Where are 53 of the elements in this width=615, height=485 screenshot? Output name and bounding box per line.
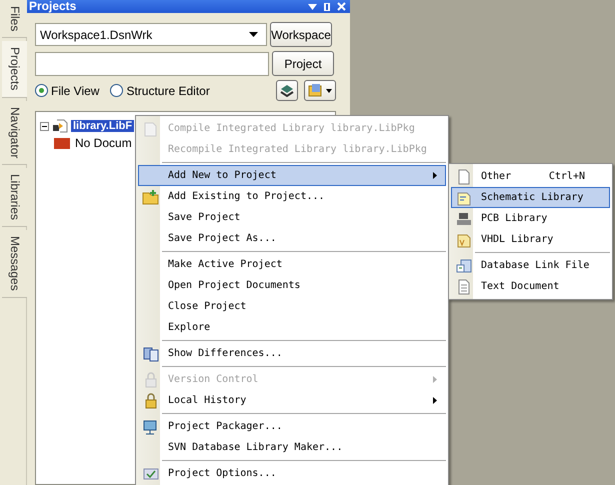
close-icon[interactable] xyxy=(337,2,346,11)
menu-item[interactable]: Text Document xyxy=(451,276,610,297)
menu-item[interactable]: Save Project xyxy=(138,207,446,228)
tree-item[interactable]: library.LibF xyxy=(71,120,134,132)
panel-title: Projects xyxy=(29,0,78,13)
view-radio[interactable]: File View xyxy=(35,84,100,98)
monitor-icon xyxy=(143,418,159,434)
view-radio[interactable]: Structure Editor xyxy=(110,84,210,98)
compare-documents-icon xyxy=(143,346,159,362)
dropdown-arrow-icon xyxy=(249,32,258,37)
side-tab[interactable]: Files xyxy=(2,0,28,38)
library-package-icon xyxy=(52,119,68,133)
folder-add-icon xyxy=(142,188,160,204)
menu-item[interactable]: Open Project Documents xyxy=(138,275,446,296)
menu-item[interactable]: Save Project As... xyxy=(138,228,446,249)
project-options-button[interactable] xyxy=(304,80,336,101)
checkbox-icon xyxy=(143,466,159,480)
menu-item[interactable]: Show Differences... xyxy=(138,343,446,364)
menu-item[interactable]: Close Project xyxy=(138,296,446,317)
menu-item[interactable]: Project Packager... xyxy=(138,416,446,437)
menu-item[interactable]: Other Ctrl+N xyxy=(451,166,610,187)
menu-item[interactable]: Explore xyxy=(138,317,446,338)
folder-icon xyxy=(54,137,70,149)
menu-item[interactable]: VHDL Library xyxy=(451,229,610,250)
workspace-button[interactable]: Workspace xyxy=(270,22,332,47)
dropdown-icon[interactable] xyxy=(308,4,317,10)
workspace-dropdown[interactable]: Workspace1.DsnWrk xyxy=(35,23,267,46)
collapse-toggle[interactable] xyxy=(40,122,49,130)
project-button[interactable]: Project xyxy=(272,51,334,76)
menu-item[interactable]: Add New to Project xyxy=(138,165,446,186)
text-document-icon xyxy=(457,278,471,294)
database-link-icon xyxy=(456,258,472,274)
menu-item[interactable]: SVN Database Library Maker... xyxy=(138,437,446,458)
menu-item[interactable]: Local History xyxy=(138,390,446,411)
menu-item[interactable]: Make Active Project xyxy=(138,254,446,275)
side-tab[interactable]: Messages xyxy=(2,230,28,298)
project-field[interactable] xyxy=(35,52,269,76)
tree-item[interactable]: No Docum xyxy=(73,136,134,150)
compile-toolbar-button[interactable] xyxy=(276,80,298,101)
menu-item[interactable]: Database Link File xyxy=(451,255,610,276)
page-icon xyxy=(457,168,471,184)
side-tab[interactable]: Projects xyxy=(2,41,28,98)
lock-icon xyxy=(144,372,158,388)
side-tab[interactable]: Libraries xyxy=(2,168,28,228)
pin-icon[interactable] xyxy=(323,2,331,10)
caret-icon xyxy=(326,88,332,92)
side-tab[interactable]: Navigator xyxy=(2,100,28,166)
menu-item[interactable]: Schematic Library xyxy=(451,187,610,208)
menu-item[interactable]: PCB Library xyxy=(451,208,610,229)
menu-item[interactable]: Add Existing to Project... xyxy=(138,186,446,207)
menu-item[interactable]: Project Options... xyxy=(138,463,446,484)
lock-icon xyxy=(144,392,158,408)
schematic-sheet-icon xyxy=(456,190,472,206)
